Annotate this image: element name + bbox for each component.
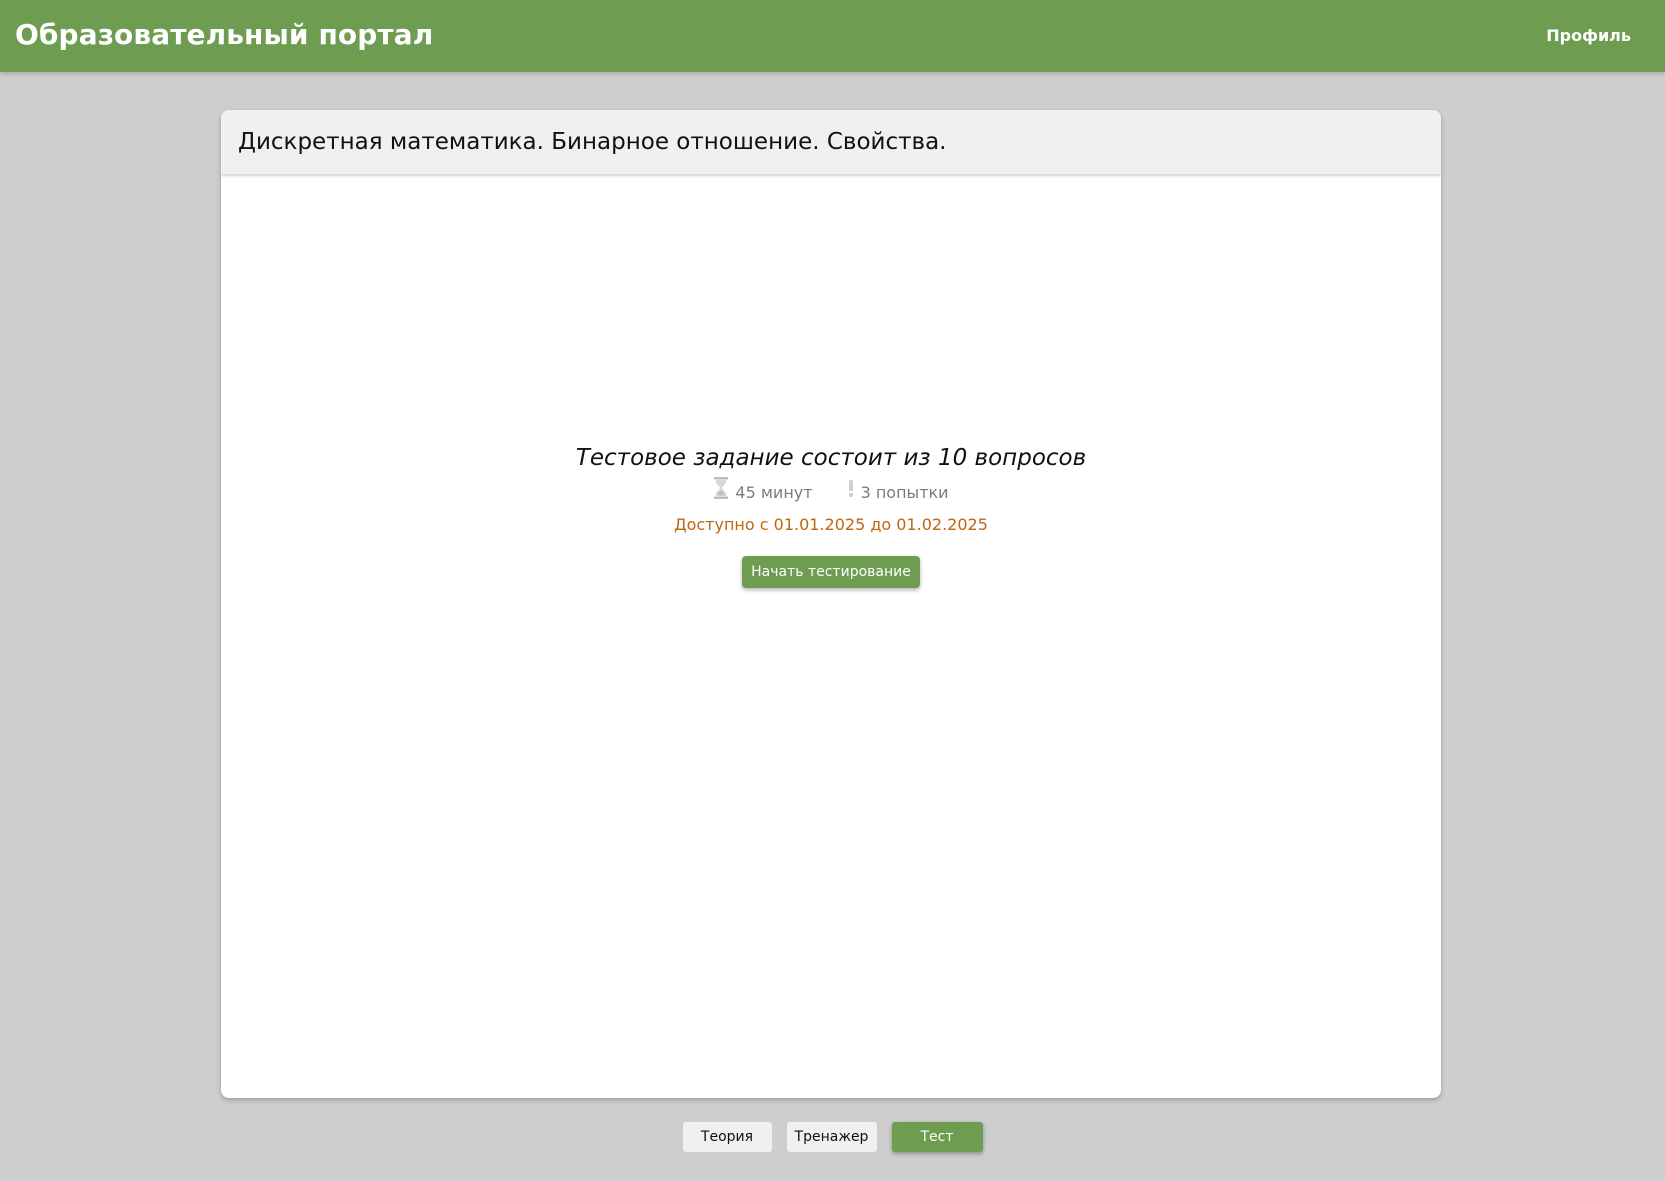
section-tabs: Теория Тренажер Тест: [0, 1122, 1665, 1152]
duration-info: 45 минут: [713, 476, 813, 510]
tab-theory[interactable]: Теория: [682, 1122, 772, 1152]
hourglass-icon: [713, 476, 729, 510]
tab-test[interactable]: Тест: [891, 1122, 983, 1152]
test-info-panel: Тестовое задание состоит из 10 вопросов …: [221, 440, 1441, 588]
tab-trainer[interactable]: Тренажер: [786, 1122, 877, 1152]
profile-link[interactable]: Профиль: [1546, 0, 1631, 72]
attempts-text: 3 попытки: [860, 483, 949, 502]
test-heading: Тестовое задание состоит из 10 вопросов: [575, 445, 1087, 471]
availability-dates: Доступно с 01.01.2025 до 01.02.2025: [674, 515, 988, 534]
test-meta-row: 45 минут 3 попытки: [221, 476, 1441, 510]
content-card: Дискретная математика. Бинарное отношени…: [221, 110, 1441, 1098]
duration-text: 45 минут: [735, 483, 813, 502]
start-test-button[interactable]: Начать тестирование: [742, 556, 920, 588]
app-title: Образовательный портал: [15, 18, 434, 51]
card-header: Дискретная математика. Бинарное отношени…: [221, 110, 1441, 174]
top-navbar: Образовательный портал Профиль: [0, 0, 1665, 72]
attempts-info: 3 попытки: [847, 478, 949, 508]
exclamation-icon: [847, 478, 855, 508]
page-title: Дискретная математика. Бинарное отношени…: [238, 129, 947, 155]
